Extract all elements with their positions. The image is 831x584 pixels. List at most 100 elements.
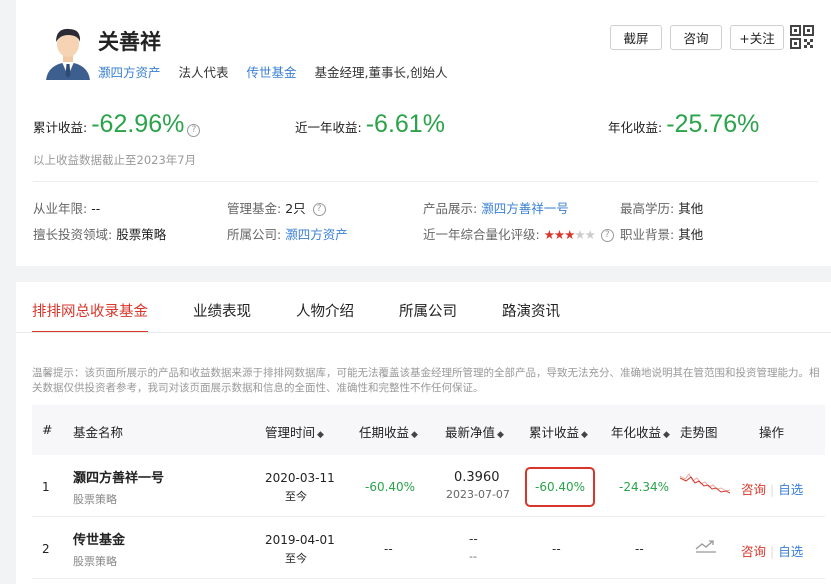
divider	[33, 181, 818, 182]
info-product-label: 产品展示:	[423, 201, 478, 216]
qr-code-icon[interactable]	[790, 25, 814, 49]
fund-name-link[interactable]: 灏四方善祥一号	[73, 467, 164, 486]
rating-stars: ★★★★★	[544, 227, 598, 242]
col-cumulative[interactable]: 累计收益 ◆	[529, 422, 588, 441]
info-managed-value: 2只	[285, 201, 306, 216]
year-return-label: 近一年收益:	[295, 120, 362, 135]
role-titles: 基金经理,董事长,创始人	[314, 65, 448, 80]
annual-return-value: -25.76%	[666, 110, 760, 138]
data-cutoff-note: 以上收益数据截止至2023年7月	[33, 153, 197, 167]
cumulative-return-label: 累计收益:	[33, 120, 88, 135]
separator: |	[770, 482, 775, 497]
product-link[interactable]: 灏四方善祥一号	[481, 201, 569, 216]
tab-profile[interactable]: 人物介绍	[296, 300, 354, 333]
col-annual-label: 年化收益	[611, 425, 662, 440]
nav-date: --	[469, 550, 477, 563]
disclaimer-tip: 温馨提示：该页面所展示的产品和收益数据来源于排排网数据库，可能无法覆盖该基金经理…	[32, 367, 820, 394]
info-years-label: 从业年限:	[33, 201, 88, 216]
watchlist-link[interactable]: 自选	[778, 544, 803, 559]
latest-nav: --	[469, 532, 478, 546]
company-link[interactable]: 灏四方资产	[98, 65, 161, 80]
info-company: 所属公司: 灏四方资产	[227, 224, 348, 243]
fund-list-card: 排排网总收录基金 业绩表现 人物介绍 所属公司 路演资讯 温馨提示：该页面所展示…	[16, 282, 831, 584]
help-icon[interactable]: ?	[187, 124, 201, 137]
info-product: 产品展示: 灏四方善祥一号	[423, 198, 569, 217]
tenure-return: --	[384, 542, 393, 556]
info-years: 从业年限: --	[33, 198, 100, 217]
info-education-value: 其他	[678, 201, 704, 216]
consult-link[interactable]: 咨询	[741, 482, 766, 497]
nav-date: 2023-07-07	[446, 488, 510, 501]
row-index: 1	[42, 480, 50, 494]
col-period[interactable]: 管理时间 ◆	[265, 422, 324, 441]
avatar	[46, 28, 90, 80]
tenure-return: -60.40%	[365, 480, 416, 494]
cumulative-return-value: -62.96%	[91, 110, 185, 138]
company-link-2[interactable]: 灏四方资产	[285, 227, 348, 242]
follow-button[interactable]: +关注	[730, 25, 784, 50]
col-trend: 走势图	[680, 425, 718, 440]
col-tenure[interactable]: 任期收益 ◆	[359, 422, 418, 441]
row-index: 2	[42, 542, 50, 556]
help-icon[interactable]: ?	[312, 203, 326, 216]
star-empty-icon: ★	[584, 227, 596, 242]
annual-return: --	[635, 542, 644, 556]
fund-strategy: 股票策略	[73, 555, 117, 568]
sort-icon: ◆	[663, 430, 670, 440]
sort-icon: ◆	[317, 430, 324, 440]
info-field-label: 擅长投资领域:	[33, 227, 113, 242]
separator: |	[770, 544, 775, 559]
info-education: 最高学历: 其他	[620, 198, 703, 217]
info-education-label: 最高学历:	[620, 201, 675, 216]
tab-roadshow[interactable]: 路演资讯	[502, 300, 560, 333]
cumulative-return: 累计收益: -62.96% ?	[33, 110, 201, 139]
cumulative-return: -60.40%	[535, 480, 586, 494]
fund-link[interactable]: 传世基金	[247, 65, 297, 80]
col-cumulative-label: 累计收益	[529, 425, 580, 440]
col-ops: 操作	[759, 425, 785, 440]
manager-name: 关善祥	[98, 30, 161, 54]
info-field-value: 股票策略	[116, 227, 167, 242]
sort-icon: ◆	[411, 430, 418, 440]
star-empty-icon: ★	[574, 227, 585, 242]
info-rating: 近一年综合量化评级: ★★★★★ ?	[423, 224, 614, 243]
help-icon[interactable]: ?	[600, 229, 614, 242]
period-start: 2020-03-11	[265, 471, 335, 485]
period-end: 至今	[285, 490, 307, 503]
info-field: 擅长投资领域: 股票策略	[33, 224, 166, 243]
watchlist-link[interactable]: 自选	[778, 482, 803, 497]
info-managed-label: 管理基金:	[227, 201, 282, 216]
col-nav-label: 最新净值	[445, 425, 496, 440]
info-years-value: --	[91, 201, 101, 216]
trend-sparkline[interactable]	[680, 470, 730, 496]
tab-performance[interactable]: 业绩表现	[193, 300, 251, 333]
consult-button[interactable]: 咨询	[670, 25, 722, 50]
screenshot-button[interactable]: 截屏	[610, 25, 662, 50]
period-start: 2019-04-01	[265, 533, 335, 547]
table-row: 1 灏四方善祥一号 股票策略 2020-03-11 至今 -60.40% 0.3…	[32, 455, 825, 517]
sort-icon: ◆	[497, 430, 504, 440]
col-period-label: 管理时间	[265, 425, 316, 440]
star-icon: ★	[564, 227, 575, 242]
fund-name-link[interactable]: 传世基金	[73, 529, 125, 548]
col-tenure-label: 任期收益	[359, 425, 410, 440]
annual-return-label: 年化收益:	[608, 120, 663, 135]
year-return: 近一年收益: -6.61%	[295, 110, 445, 139]
info-career-label: 职业背景:	[620, 227, 675, 242]
row-actions: 咨询 | 自选	[741, 479, 803, 498]
table-row: 2 传世基金 股票策略 2019-04-01 至今 -- -- -- -- --…	[32, 517, 825, 579]
col-annual[interactable]: 年化收益 ◆	[611, 422, 670, 441]
info-career: 职业背景: 其他	[620, 224, 703, 243]
info-rating-label: 近一年综合量化评级:	[423, 227, 540, 242]
consult-link[interactable]: 咨询	[741, 544, 766, 559]
table-header: # 基金名称 管理时间 ◆ 任期收益 ◆ 最新净值 ◆ 累计收益 ◆ 年化收益 ◆ 走势图…	[32, 405, 825, 455]
star-icon: ★	[543, 227, 555, 242]
tab-company[interactable]: 所属公司	[399, 300, 457, 333]
col-nav[interactable]: 最新净值 ◆	[445, 422, 504, 441]
trend-chart-icon[interactable]	[695, 537, 717, 553]
role-legal-rep: 法人代表	[178, 65, 229, 80]
tab-all-funds[interactable]: 排排网总收录基金	[32, 300, 148, 333]
fund-strategy: 股票策略	[73, 493, 117, 506]
info-career-value: 其他	[678, 227, 704, 242]
sort-icon: ◆	[581, 430, 588, 440]
